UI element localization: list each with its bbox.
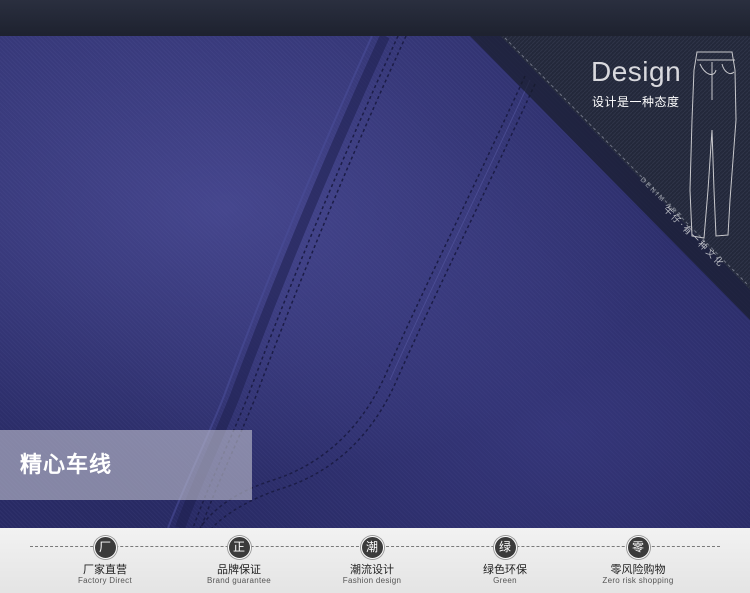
design-subtitle: 设计是一种态度 xyxy=(592,95,680,109)
guarantee-label: 绿色环保 xyxy=(483,563,527,576)
guarantee-label-en: Brand guarantee xyxy=(206,576,272,585)
factory-badge-icon: 厂 xyxy=(93,536,117,559)
design-title: Design xyxy=(591,56,682,87)
guarantee-green: 绿 绿色环保 Green xyxy=(445,536,565,586)
trend-badge-icon: 潮 xyxy=(360,536,384,559)
guarantee-label: 厂家直营 xyxy=(83,563,127,576)
guarantee-label-en: Fashion design xyxy=(342,576,402,585)
guarantee-label-en: Factory Direct xyxy=(78,576,132,585)
guarantee-zero-risk: 零 零风险购物 Zero risk shopping xyxy=(578,536,698,586)
feature-caption-box: 精心车线 xyxy=(0,430,252,500)
guarantee-brand: 正 品牌保证 Brand guarantee xyxy=(179,536,299,586)
zero-risk-badge-icon: 零 xyxy=(626,536,650,559)
genuine-badge-icon: 正 xyxy=(227,536,251,559)
guarantee-label: 潮流设计 xyxy=(350,563,394,576)
green-badge-icon: 绿 xyxy=(493,536,517,559)
guarantee-factory-direct: 厂 厂家直营 Factory Direct xyxy=(45,536,165,586)
guarantee-label: 零风险购物 xyxy=(610,563,666,576)
product-detail-banner: DENIM ART 牛仔·有一种文化 Design 设计是一种态度 精心车线 厂… xyxy=(0,0,750,593)
guarantee-fashion: 潮 潮流设计 Fashion design xyxy=(312,536,432,586)
guarantee-label-en: Zero risk shopping xyxy=(602,576,674,585)
guarantee-bar: 厂 厂家直营 Factory Direct 正 品牌保证 Brand guara… xyxy=(0,528,750,593)
guarantee-label: 品牌保证 xyxy=(217,563,261,576)
guarantee-label-en: Green xyxy=(493,576,517,585)
feature-caption: 精心车线 xyxy=(20,453,113,478)
